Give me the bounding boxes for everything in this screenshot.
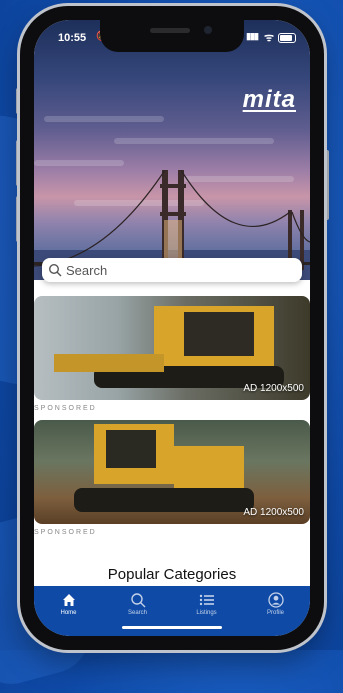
wifi-icon: ᯤ <box>263 32 274 44</box>
ad-size-label: AD 1200x500 <box>243 383 304 394</box>
tab-home[interactable]: Home <box>34 586 103 636</box>
cloud-streak <box>34 160 124 166</box>
camera <box>204 26 212 34</box>
hero-image: mita <box>34 20 310 280</box>
tab-profile[interactable]: Profile <box>241 586 310 636</box>
sponsored-label: SPONSORED <box>34 405 97 412</box>
cloud-streak <box>44 116 164 122</box>
tab-label: Home <box>60 610 77 616</box>
profile-icon <box>267 592 284 608</box>
speaker <box>150 28 190 33</box>
ad-banner[interactable]: AD 1200x500 <box>34 296 310 400</box>
ad-size-label: AD 1200x500 <box>243 507 304 518</box>
brand-logo[interactable]: mita <box>243 86 296 114</box>
signal-icon: ▮▮▮ <box>246 31 259 41</box>
status-time: 10:55 <box>58 32 87 44</box>
cloud-streak <box>114 138 274 144</box>
search-bar[interactable]: Search <box>42 258 302 282</box>
tab-label: Search <box>127 610 147 616</box>
ad-banner[interactable]: AD 1200x500 <box>34 420 310 524</box>
tab-label: Listings <box>196 610 217 616</box>
notch <box>100 20 244 52</box>
app-screen: 10:55 🔕 ▮▮▮ ᯤ mita <box>34 20 310 636</box>
search-icon <box>130 593 145 608</box>
home-icon <box>62 594 75 606</box>
tab-label: Profile <box>266 610 284 616</box>
sponsored-label: SPONSORED <box>34 529 97 536</box>
list-icon <box>199 594 214 606</box>
search-placeholder: Search <box>66 262 108 278</box>
home-indicator <box>122 626 222 629</box>
popular-categories-heading: Popular Categories <box>107 566 237 583</box>
battery-icon <box>278 33 296 43</box>
phone-frame: 10:55 🔕 ▮▮▮ ᯤ mita <box>20 6 324 650</box>
search-icon <box>48 263 62 277</box>
power-button <box>325 150 329 220</box>
